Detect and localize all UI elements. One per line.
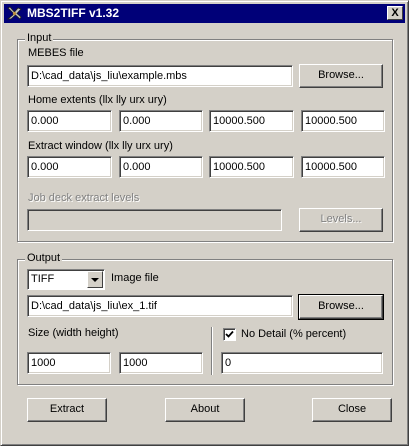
no-detail-input[interactable]: 0 [221,352,383,374]
size-width-input[interactable]: 1000 [27,352,111,374]
mebes-file-input[interactable]: D:\cad_data\js_liu\example.mbs [27,65,293,87]
close-window-button[interactable]: X [387,6,403,20]
app-window: MBS2TIFF v1.32 X Input MEBES file D:\cad… [0,0,409,446]
extract-llx-input[interactable]: 0.000 [27,156,112,178]
extract-urx-input[interactable]: 10000.500 [209,156,294,178]
image-format-select[interactable]: TIFF [27,269,105,290]
app-icon [6,6,22,20]
checkmark-icon [225,330,234,338]
jobdeck-levels-label: Job deck extract levels [28,192,140,204]
window-title: MBS2TIFF v1.32 [27,6,120,20]
title-bar[interactable]: MBS2TIFF v1.32 X [4,4,405,23]
image-file-input[interactable]: D:\cad_data\js_liu\ex_1.tif [27,295,293,317]
extract-window-label: Extract window (llx lly urx ury) [28,140,173,152]
home-llx-input[interactable]: 0.000 [27,110,112,132]
levels-button: Levels... [299,208,383,232]
extract-button[interactable]: Extract [27,398,107,422]
size-label: Size (width height) [28,327,119,339]
no-detail-checkbox[interactable] [223,328,236,341]
jobdeck-levels-input [27,209,282,231]
home-urx-input[interactable]: 10000.500 [209,110,294,132]
output-divider [211,327,213,375]
input-group-legend: Input [25,32,54,45]
about-button[interactable]: About [165,398,245,422]
image-browse-button[interactable]: Browse... [298,294,384,320]
home-lly-input[interactable]: 0.000 [119,110,203,132]
no-detail-label[interactable]: No Detail (% percent) [241,328,346,341]
chevron-down-icon[interactable] [87,271,103,288]
extract-ury-input[interactable]: 10000.500 [301,156,385,178]
mebes-browse-button[interactable]: Browse... [299,64,383,88]
image-file-label: Image file [111,272,159,284]
home-ury-input[interactable]: 10000.500 [301,110,385,132]
size-height-input[interactable]: 1000 [119,352,203,374]
close-button[interactable]: Close [312,398,392,422]
output-group-legend: Output [25,252,63,265]
home-extents-label: Home extents (llx lly urx ury) [28,94,167,106]
extract-lly-input[interactable]: 0.000 [119,156,203,178]
close-icon: X [391,7,399,19]
image-format-value: TIFF [31,273,55,285]
mebes-file-label: MEBES file [28,47,84,59]
